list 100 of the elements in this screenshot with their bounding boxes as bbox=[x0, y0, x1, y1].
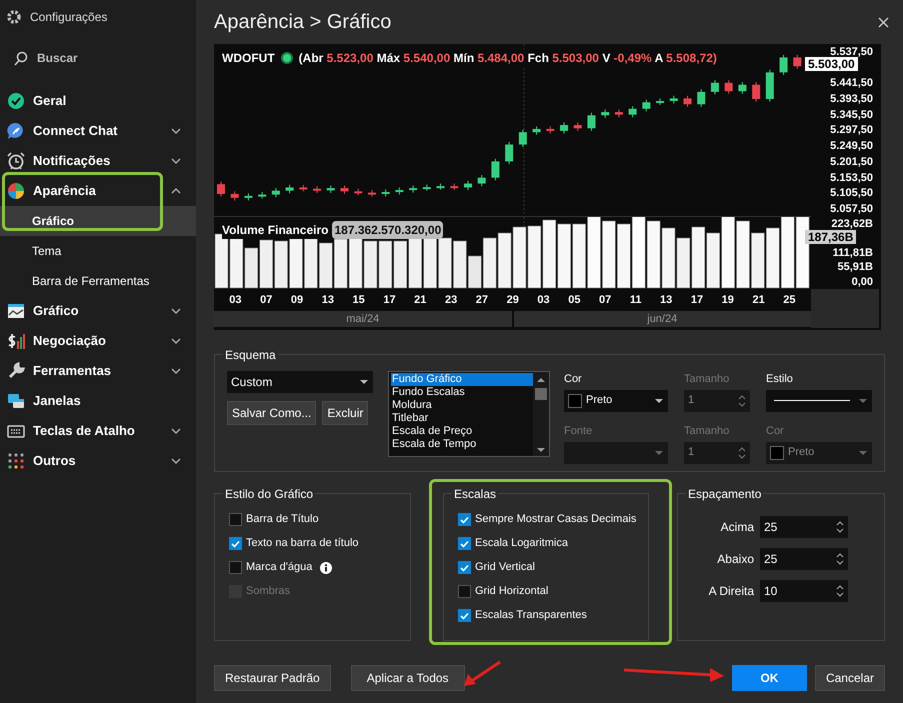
candle bbox=[491, 158, 500, 181]
field-label: Acima bbox=[720, 519, 754, 536]
candle bbox=[409, 185, 418, 194]
checkbox[interactable] bbox=[458, 585, 471, 598]
field-label: Tamanho bbox=[684, 372, 730, 387]
checkbox-option[interactable]: Barra de Título bbox=[229, 511, 319, 528]
element-list[interactable]: Fundo Gráfico Fundo Escalas Moldura Titlebar Escala de Preço Escala de Tempo bbox=[388, 371, 550, 457]
check-icon bbox=[230, 538, 241, 548]
checkbox[interactable] bbox=[229, 537, 242, 550]
checkbox[interactable] bbox=[458, 561, 471, 574]
number-field[interactable]: 25 bbox=[760, 548, 848, 570]
volume-bar bbox=[676, 238, 690, 288]
info-icon bbox=[320, 562, 332, 574]
spinner-arrows-icon bbox=[836, 521, 844, 533]
chart-icon bbox=[7, 302, 25, 320]
caret-icon bbox=[654, 450, 664, 456]
list-item[interactable]: Fundo Gráfico bbox=[391, 373, 533, 386]
chevron-icon bbox=[170, 156, 182, 166]
price-tick: 5.057,50 bbox=[830, 202, 873, 216]
date-tick: 17 bbox=[383, 292, 396, 308]
list-item[interactable]: Fundo Escalas bbox=[391, 386, 533, 399]
volume-bar bbox=[751, 232, 765, 288]
sidebar-subitem[interactable]: Barra de Ferramentas bbox=[0, 266, 196, 296]
checkbox[interactable] bbox=[458, 537, 471, 550]
sidebar-subitem[interactable]: Gráfico bbox=[0, 206, 196, 236]
chart-symbol: WDOFUT bbox=[222, 50, 275, 67]
sidebar-item[interactable]: Janelas bbox=[0, 386, 196, 416]
spinner-arrows-icon bbox=[738, 446, 746, 458]
dialog-button[interactable]: OK bbox=[732, 665, 807, 691]
sidebar-item[interactable]: Connect Chat bbox=[0, 116, 196, 146]
number-field[interactable]: 25 bbox=[760, 516, 848, 538]
sidebar-item[interactable]: Ferramentas bbox=[0, 356, 196, 386]
volume-value: 187.362.570.320,00 bbox=[332, 221, 444, 239]
volume-bar bbox=[766, 228, 780, 288]
color-field[interactable]: Preto bbox=[564, 390, 668, 412]
field-label: Abaixo bbox=[716, 551, 754, 568]
pie-icon bbox=[7, 182, 25, 200]
checkbox-option[interactable]: Marca d'água bbox=[229, 559, 332, 576]
volume-bar bbox=[438, 238, 452, 288]
checkbox-label: Escala Logaritmica bbox=[475, 536, 568, 552]
list-item[interactable]: Escala de Preço bbox=[391, 425, 533, 438]
checkbox[interactable] bbox=[229, 513, 242, 526]
check-icon bbox=[459, 538, 470, 548]
dialog-button[interactable]: Restaurar Padrão bbox=[214, 665, 331, 691]
sidebar-item[interactable]: Geral bbox=[0, 86, 196, 116]
date-tick: 03 bbox=[537, 292, 550, 308]
field-label: Cor bbox=[766, 424, 785, 439]
scheme-dropdown[interactable]: Custom bbox=[227, 371, 373, 393]
volume-bar bbox=[259, 240, 273, 288]
list-item[interactable]: Titlebar bbox=[391, 412, 533, 425]
search-field[interactable]: Buscar bbox=[14, 42, 184, 74]
candle bbox=[505, 141, 514, 165]
volume-bar bbox=[617, 224, 631, 288]
volume-bar bbox=[662, 228, 676, 288]
axis-corner bbox=[811, 289, 879, 328]
color-swatch bbox=[770, 446, 784, 460]
scheme-button[interactable]: Excluir bbox=[322, 401, 368, 425]
sidebar-item[interactable]: Teclas de Atalho bbox=[0, 416, 196, 446]
price-tick: 5.441,50 bbox=[830, 77, 873, 90]
candle bbox=[478, 174, 486, 187]
check-icon bbox=[459, 562, 470, 572]
spinner-arrows-icon bbox=[836, 585, 844, 597]
candle bbox=[436, 183, 445, 190]
candle bbox=[710, 80, 719, 95]
volume-bar bbox=[736, 220, 750, 288]
sidebar-item[interactable]: Aparência bbox=[0, 176, 196, 206]
candle bbox=[642, 99, 650, 112]
candle bbox=[299, 184, 308, 192]
sidebar-item[interactable]: Outros bbox=[0, 446, 196, 476]
dialog-button[interactable]: Aplicar a Todos bbox=[350, 665, 465, 691]
checkbox-label: Grid Vertical bbox=[475, 560, 535, 576]
volume-bar bbox=[796, 217, 810, 288]
date-tick: 13 bbox=[322, 292, 334, 308]
checkbox-label: Sempre Mostrar Casas Decimais bbox=[475, 512, 636, 528]
scheme-button[interactable]: Salvar Como... bbox=[227, 401, 316, 425]
candle bbox=[752, 82, 760, 102]
dialog-button[interactable]: Cancelar bbox=[814, 665, 885, 691]
list-item[interactable]: Moldura bbox=[391, 399, 533, 412]
checkbox-option[interactable]: Texto na barra de título bbox=[229, 535, 359, 552]
price-tick: 5.105,50 bbox=[830, 187, 873, 200]
volume-bar bbox=[692, 226, 706, 288]
price-tick: 5.249,50 bbox=[830, 140, 873, 154]
date-tick: 17 bbox=[690, 292, 704, 308]
line-field[interactable] bbox=[766, 390, 872, 412]
list-item[interactable]: Escala de Tempo bbox=[391, 438, 533, 451]
volume-tick: 0,00 bbox=[852, 276, 873, 289]
sidebar-subitem[interactable]: Tema bbox=[0, 236, 196, 266]
date-tick: 15 bbox=[352, 292, 365, 308]
checkbox[interactable] bbox=[229, 561, 242, 574]
checkbox[interactable] bbox=[458, 609, 471, 622]
volume-tick: 111,81B bbox=[832, 246, 873, 260]
sidebar-item[interactable]: Gráfico bbox=[0, 296, 196, 326]
checkbox[interactable] bbox=[458, 513, 471, 526]
candle bbox=[793, 54, 802, 70]
number-field[interactable]: 10 bbox=[760, 580, 848, 602]
date-tick: 25 bbox=[783, 292, 796, 308]
sidebar-item[interactable]: Negociação bbox=[0, 326, 196, 356]
date-tick: 07 bbox=[260, 292, 272, 308]
volume-bar bbox=[394, 240, 408, 288]
sidebar-item[interactable]: Notificações bbox=[0, 146, 196, 176]
